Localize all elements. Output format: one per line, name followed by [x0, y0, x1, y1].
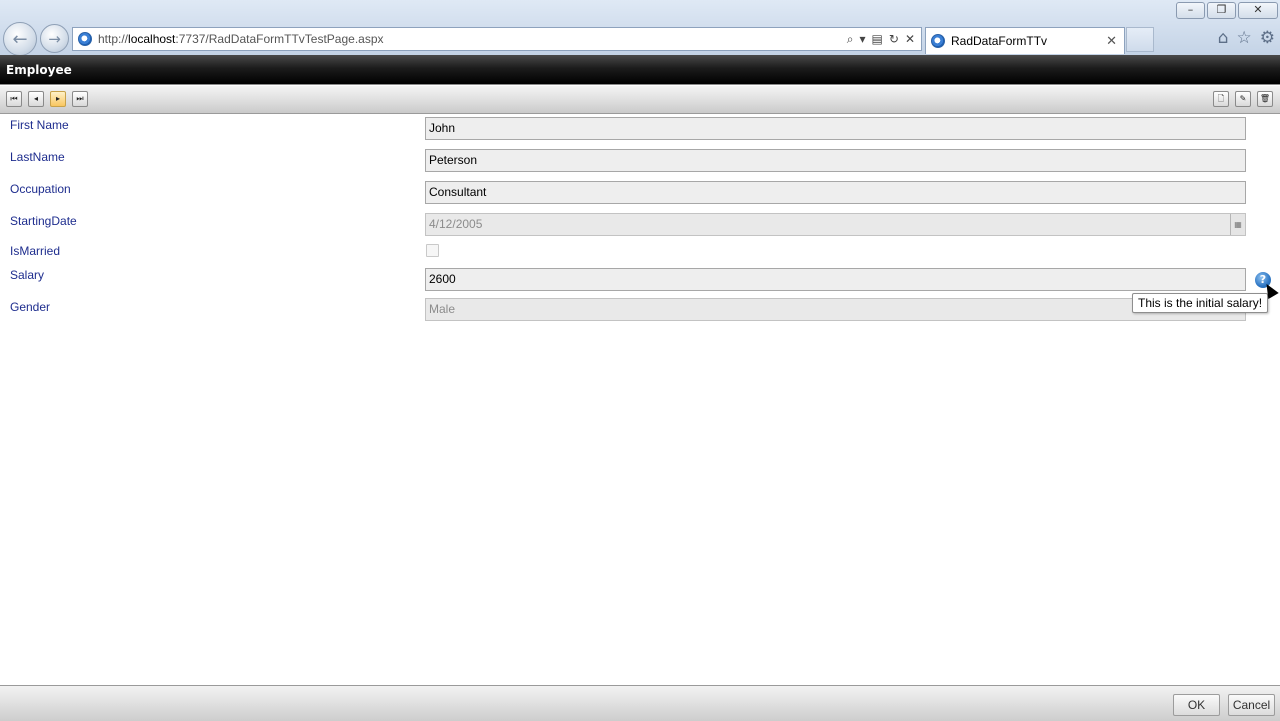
browser-chrome: – ❐ ✕ ← → http://localhost:7737/RadDataF… [0, 0, 1280, 56]
gender-field[interactable]: Male [425, 298, 1246, 321]
forward-arrow-icon: → [48, 29, 61, 48]
restore-button[interactable]: ❐ [1207, 2, 1236, 19]
first-name-label: First Name [10, 118, 69, 132]
refresh-icon[interactable]: ↻ [889, 32, 899, 47]
back-button[interactable]: ← [3, 22, 37, 56]
last-name-label: LastName [10, 150, 65, 164]
occupation-field[interactable]: Consultant [425, 181, 1246, 204]
pencil-icon: ✎ [1239, 94, 1247, 103]
add-new-button[interactable]: 🗋 [1213, 91, 1229, 107]
cancel-button[interactable]: Cancel [1228, 694, 1275, 716]
dataform-body: First Name John LastName Peterson Occupa… [0, 114, 1280, 684]
forward-button[interactable]: → [40, 24, 69, 53]
back-arrow-icon: ← [12, 28, 28, 50]
stop-icon[interactable]: ✕ [905, 32, 915, 47]
home-icon[interactable]: ⌂ [1218, 28, 1229, 48]
tab-close-icon[interactable]: ✕ [1106, 34, 1117, 49]
first-icon: ⏮ [10, 94, 18, 103]
is-married-label: IsMarried [10, 244, 61, 258]
calendar-icon[interactable]: ▦ [1230, 214, 1245, 235]
favorites-star-icon[interactable]: ☆ [1237, 28, 1252, 48]
move-last-button[interactable]: ⏭ [72, 91, 88, 107]
move-previous-button[interactable]: ◂ [28, 91, 44, 107]
dataform-toolbar: ⏮ ◂ ▸ ⏭ 🗋 ✎ 🗑 [0, 86, 1280, 114]
tab-ie-logo-icon [931, 34, 945, 48]
url-text[interactable]: http://localhost:7737/RadDataFormTTvTest… [98, 32, 384, 46]
ok-button[interactable]: OK [1173, 694, 1220, 716]
search-icon[interactable]: ⌕ [847, 32, 854, 47]
browser-toolbar-icons: ⌂ ☆ ⚙ [1218, 28, 1275, 48]
address-tools: ⌕ ▾ ▤ ↻ ✕ [847, 32, 921, 47]
gear-icon[interactable]: ⚙ [1260, 28, 1275, 48]
move-first-button[interactable]: ⏮ [6, 91, 22, 107]
salary-field[interactable]: 2600 [425, 268, 1246, 291]
close-window-button[interactable]: ✕ [1238, 2, 1278, 19]
occupation-label: Occupation [10, 182, 71, 196]
last-icon: ⏭ [76, 94, 84, 103]
window-controls: – ❐ ✕ [1176, 2, 1278, 19]
starting-date-field[interactable]: 4/12/2005 [425, 213, 1246, 236]
minimize-button[interactable]: – [1176, 2, 1205, 19]
address-bar[interactable]: http://localhost:7737/RadDataFormTTvTest… [72, 27, 922, 51]
new-tab-button[interactable] [1126, 27, 1154, 52]
gender-label: Gender [10, 300, 51, 314]
compat-view-icon[interactable]: ▤ [872, 32, 883, 47]
dropdown-icon[interactable]: ▾ [860, 32, 866, 47]
ie-logo-icon [78, 32, 92, 46]
first-name-field[interactable]: John [425, 117, 1246, 140]
previous-icon: ◂ [33, 94, 38, 103]
trash-icon: 🗑 [1259, 94, 1271, 103]
salary-label: Salary [10, 268, 45, 282]
move-next-button[interactable]: ▸ [50, 91, 66, 107]
form-header: Employee [0, 55, 1280, 85]
is-married-checkbox[interactable] [426, 244, 439, 257]
browser-tab[interactable]: RadDataFormTTv ✕ [925, 27, 1125, 54]
next-icon: ▸ [55, 94, 60, 103]
salary-tooltip: This is the initial salary! [1132, 293, 1269, 313]
delete-button[interactable]: 🗑 [1257, 91, 1273, 107]
last-name-field[interactable]: Peterson [425, 149, 1246, 172]
new-item-icon: 🗋 [1217, 94, 1225, 103]
edit-button[interactable]: ✎ [1235, 91, 1251, 107]
dataform-footer: OK Cancel [0, 685, 1280, 721]
starting-date-label: StartingDate [10, 214, 77, 228]
tab-title: RadDataFormTTv [951, 34, 1048, 48]
